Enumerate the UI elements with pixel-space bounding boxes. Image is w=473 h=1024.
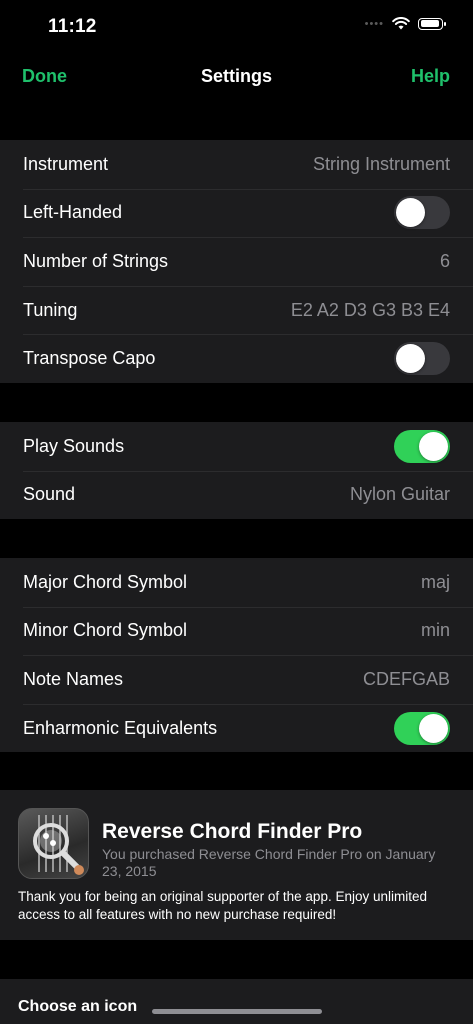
instrument-row[interactable]: Instrument String Instrument: [0, 140, 473, 189]
pro-purchase-date: You purchased Reverse Chord Finder Pro o…: [102, 846, 436, 879]
status-bar: 11:12 ••••: [0, 0, 473, 54]
number-of-strings-label: Number of Strings: [23, 250, 169, 271]
home-indicator[interactable]: [152, 1009, 322, 1014]
instrument-settings-group: Instrument String Instrument Left-Handed…: [0, 140, 473, 383]
chord-finder-icon: [33, 815, 84, 875]
tuning-label: Tuning: [23, 299, 78, 320]
number-of-strings-row[interactable]: Number of Strings 6: [0, 237, 473, 286]
sound-settings-group: Play Sounds Sound Nylon Guitar: [0, 422, 473, 520]
notation-settings-group: Major Chord Symbol maj Minor Chord Symbo…: [0, 558, 473, 753]
play-sounds-row: Play Sounds: [0, 422, 473, 471]
app-icon: [18, 808, 89, 879]
pro-title: Reverse Chord Finder Pro: [102, 820, 363, 843]
tuning-row[interactable]: Tuning E2 A2 D3 G3 B3 E4: [0, 285, 473, 335]
wifi-icon: [392, 17, 410, 30]
minor-chord-symbol-value: min: [420, 620, 450, 641]
minor-chord-symbol-label: Minor Chord Symbol: [23, 620, 188, 641]
enharmonic-equivalents-row: Enharmonic Equivalents: [0, 703, 473, 753]
major-chord-symbol-value: maj: [420, 571, 450, 592]
transpose-capo-toggle[interactable]: [394, 342, 450, 376]
note-names-value: CDEFGAB: [362, 668, 450, 689]
help-button[interactable]: Help: [411, 66, 450, 87]
sound-label: Sound: [23, 484, 76, 505]
transpose-capo-row: Transpose Capo: [0, 334, 473, 383]
enharmonic-equivalents-toggle[interactable]: [394, 711, 450, 745]
transpose-capo-label: Transpose Capo: [23, 348, 156, 369]
left-handed-toggle[interactable]: [394, 196, 450, 230]
instrument-value: String Instrument: [312, 153, 450, 174]
left-handed-label: Left-Handed: [23, 202, 123, 223]
play-sounds-toggle[interactable]: [394, 429, 450, 463]
pro-purchase-card: Reverse Chord Finder Pro You purchased R…: [0, 790, 473, 940]
minor-chord-symbol-row[interactable]: Minor Chord Symbol min: [0, 606, 473, 656]
choose-icon-section: Choose an icon: [0, 979, 473, 1024]
number-of-strings-value: 6: [439, 250, 450, 271]
major-chord-symbol-row[interactable]: Major Chord Symbol maj: [0, 558, 473, 607]
signal-dots-icon: ••••: [364, 17, 384, 30]
instrument-label: Instrument: [23, 153, 109, 174]
major-chord-symbol-label: Major Chord Symbol: [23, 571, 188, 592]
enharmonic-equivalents-label: Enharmonic Equivalents: [23, 717, 218, 738]
status-icons: ••••: [364, 17, 446, 30]
tuning-value: E2 A2 D3 G3 B3 E4: [290, 299, 450, 320]
note-names-label: Note Names: [23, 668, 124, 689]
note-names-row[interactable]: Note Names CDEFGAB: [0, 655, 473, 704]
sound-value: Nylon Guitar: [349, 484, 450, 505]
left-handed-row: Left-Handed: [0, 188, 473, 238]
battery-icon: [418, 17, 446, 30]
pro-thanks-message: Thank you for being an original supporte…: [18, 889, 428, 922]
play-sounds-label: Play Sounds: [23, 435, 125, 456]
sound-row[interactable]: Sound Nylon Guitar: [0, 470, 473, 520]
done-button[interactable]: Done: [22, 66, 67, 87]
page-title: Settings: [200, 66, 272, 86]
status-time: 11:12: [48, 16, 97, 37]
navigation-bar: Settings Done Help: [0, 56, 473, 100]
choose-icon-heading: Choose an icon: [18, 998, 138, 1015]
